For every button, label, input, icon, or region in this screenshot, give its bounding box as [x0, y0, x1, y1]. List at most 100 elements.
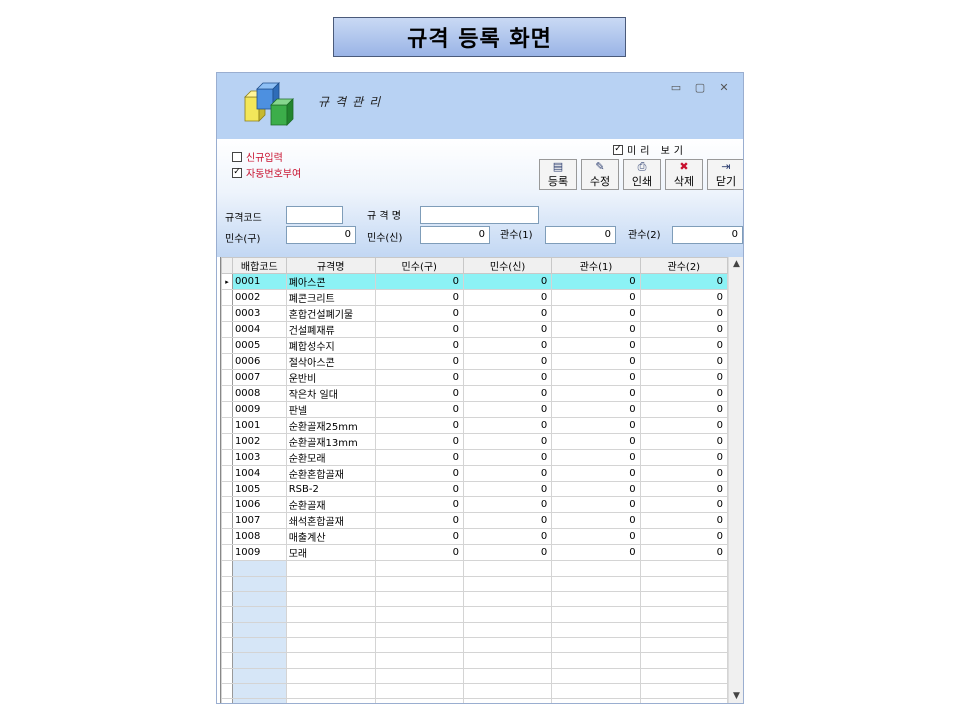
table-cell[interactable]: 0: [639, 337, 728, 354]
table-cell[interactable]: 0: [374, 369, 464, 386]
table-cell[interactable]: 0: [551, 465, 641, 482]
table-cell[interactable]: [285, 698, 376, 703]
table-cell[interactable]: 0: [551, 385, 641, 402]
table-cell[interactable]: 모래: [285, 544, 376, 562]
table-cell[interactable]: 0: [551, 305, 641, 322]
table-cell[interactable]: 0: [639, 305, 728, 322]
print-button[interactable]: ⎙ 인쇄: [623, 159, 661, 190]
maximize-icon[interactable]: ▢: [693, 81, 707, 94]
table-row[interactable]: 0005 폐합성수지 0 0 0 0: [221, 337, 728, 354]
table-cell[interactable]: 0: [374, 449, 464, 466]
table-row[interactable]: 0004 건설폐재류 0 0 0 0: [221, 321, 728, 338]
table-cell[interactable]: 0004: [231, 321, 287, 338]
table-cell[interactable]: [231, 575, 287, 593]
table-cell[interactable]: 0: [639, 353, 728, 370]
row-indicator[interactable]: [221, 369, 233, 386]
table-cell[interactable]: 0009: [231, 401, 287, 418]
table-cell[interactable]: [285, 575, 376, 593]
table-cell[interactable]: 순환모래: [285, 449, 376, 466]
table-cell[interactable]: 0: [639, 401, 728, 418]
scroll-up-icon[interactable]: ▲: [729, 259, 743, 269]
empty-row[interactable]: [221, 575, 728, 593]
column-header[interactable]: 민수(신): [462, 257, 553, 274]
table-row[interactable]: 0006 절삭아스콘 0 0 0 0: [221, 353, 728, 370]
table-cell[interactable]: 0: [462, 305, 553, 322]
table-cell[interactable]: 0007: [231, 369, 287, 386]
table-cell[interactable]: [374, 575, 464, 593]
checkbox-box[interactable]: ✓: [232, 167, 242, 178]
column-header[interactable]: 배합코드: [231, 257, 287, 274]
table-cell[interactable]: 0: [639, 433, 728, 450]
table-cell[interactable]: 0: [639, 528, 728, 546]
gwan1-input[interactable]: 0: [545, 226, 616, 244]
empty-row[interactable]: [221, 591, 728, 608]
table-row[interactable]: 1006 순환골재 0 0 0 0: [221, 496, 728, 514]
row-indicator[interactable]: [221, 575, 233, 593]
column-header[interactable]: 관수(1): [551, 257, 641, 274]
row-indicator[interactable]: [221, 683, 233, 700]
table-cell[interactable]: 0: [374, 305, 464, 322]
table-cell[interactable]: 0: [374, 273, 464, 290]
table-cell[interactable]: [462, 621, 553, 639]
table-cell[interactable]: 0: [551, 289, 641, 306]
minimize-icon[interactable]: ▭: [669, 81, 683, 94]
row-indicator[interactable]: [221, 305, 233, 322]
table-cell[interactable]: [639, 698, 728, 703]
table-cell[interactable]: 0: [462, 337, 553, 354]
empty-row[interactable]: [221, 683, 728, 700]
row-indicator[interactable]: [221, 433, 233, 450]
row-indicator[interactable]: [221, 496, 233, 514]
table-cell[interactable]: 1003: [231, 449, 287, 466]
table-cell[interactable]: [462, 637, 553, 654]
table-cell[interactable]: 0: [374, 385, 464, 402]
table-cell[interactable]: 작은차 일대: [285, 385, 376, 402]
table-cell[interactable]: [462, 652, 553, 669]
row-indicator[interactable]: [221, 480, 233, 498]
table-cell[interactable]: 0: [374, 528, 464, 546]
table-cell[interactable]: 0: [639, 449, 728, 466]
row-indicator[interactable]: [221, 417, 233, 434]
table-cell[interactable]: [551, 591, 641, 608]
table-cell[interactable]: 순환골재25mm: [285, 417, 376, 434]
table-cell[interactable]: 0: [374, 321, 464, 338]
table-cell[interactable]: 0006: [231, 353, 287, 370]
table-cell[interactable]: 혼합건설폐기물: [285, 305, 376, 322]
table-cell[interactable]: [639, 606, 728, 623]
table-cell[interactable]: 1004: [231, 465, 287, 482]
table-cell[interactable]: 0: [639, 385, 728, 402]
table-cell[interactable]: 폐아스콘: [285, 273, 376, 290]
table-cell[interactable]: [374, 698, 464, 703]
table-cell[interactable]: 0: [551, 353, 641, 370]
table-cell[interactable]: 0: [374, 512, 464, 530]
table-cell[interactable]: 0: [462, 512, 553, 530]
table-cell[interactable]: 0002: [231, 289, 287, 306]
table-row[interactable]: 1008 매출계산 0 0 0 0: [221, 528, 728, 546]
table-cell[interactable]: 순환골재: [285, 496, 376, 514]
row-indicator[interactable]: [221, 544, 233, 562]
table-cell[interactable]: 0: [374, 433, 464, 450]
table-cell[interactable]: [639, 667, 728, 685]
table-cell[interactable]: 0: [639, 544, 728, 562]
table-cell[interactable]: 0: [462, 321, 553, 338]
table-cell[interactable]: 0: [374, 465, 464, 482]
table-row[interactable]: 0003 혼합건설폐기물 0 0 0 0: [221, 305, 728, 322]
empty-row[interactable]: [221, 637, 728, 654]
row-indicator[interactable]: [221, 401, 233, 418]
table-row[interactable]: 1001 순환골재25mm 0 0 0 0: [221, 417, 728, 434]
spec-code-input[interactable]: [286, 206, 343, 224]
table-cell[interactable]: [551, 698, 641, 703]
spec-grid[interactable]: 배합코드 규격명 민수(구) 민수(신) 관수(1) 관수(2) ▸ 0001 폐아…: [220, 257, 728, 703]
table-cell[interactable]: 1007: [231, 512, 287, 530]
checkbox-box[interactable]: [232, 151, 242, 162]
table-cell[interactable]: [374, 652, 464, 669]
table-row[interactable]: 1002 순환골재13mm 0 0 0 0: [221, 433, 728, 450]
table-cell[interactable]: 1002: [231, 433, 287, 450]
delete-button[interactable]: ✖ 삭제: [665, 159, 703, 190]
column-header[interactable]: 민수(구): [374, 257, 464, 274]
table-cell[interactable]: 0: [551, 496, 641, 514]
table-cell[interactable]: 순환골재13mm: [285, 433, 376, 450]
table-cell[interactable]: 0: [639, 465, 728, 482]
table-cell[interactable]: [551, 606, 641, 623]
table-row[interactable]: 1003 순환모래 0 0 0 0: [221, 449, 728, 466]
table-cell[interactable]: [639, 637, 728, 654]
